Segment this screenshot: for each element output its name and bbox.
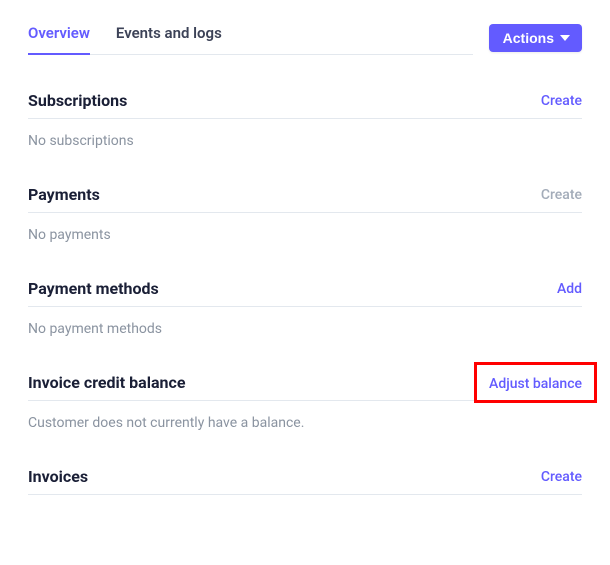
chevron-down-icon — [560, 33, 570, 43]
section-invoice-credit-balance: Invoice credit balance Adjust balance Cu… — [28, 373, 582, 431]
subscriptions-empty-text: No subscriptions — [28, 119, 582, 149]
section-payment-methods: Payment methods Add No payment methods — [28, 279, 582, 337]
add-payment-method-link[interactable]: Add — [557, 281, 582, 297]
actions-button[interactable]: Actions — [489, 24, 582, 52]
section-title-invoices: Invoices — [28, 467, 88, 486]
highlight-annotation: Adjust balance — [474, 362, 597, 403]
adjust-balance-link[interactable]: Adjust balance — [489, 376, 582, 392]
section-payments: Payments Create No payments — [28, 185, 582, 243]
section-title-subscriptions: Subscriptions — [28, 91, 127, 110]
section-title-invoice-credit-balance: Invoice credit balance — [28, 373, 185, 392]
section-title-payments: Payments — [28, 185, 100, 204]
section-header: Invoice credit balance Adjust balance — [28, 373, 582, 401]
section-invoices: Invoices Create — [28, 467, 582, 495]
actions-button-label: Actions — [503, 30, 554, 46]
section-title-payment-methods: Payment methods — [28, 279, 159, 298]
section-header: Payment methods Add — [28, 279, 582, 307]
payments-empty-text: No payments — [28, 213, 582, 243]
tab-overview[interactable]: Overview — [28, 24, 90, 54]
create-invoice-link[interactable]: Create — [541, 469, 582, 485]
section-header: Payments Create — [28, 185, 582, 213]
tab-events-and-logs[interactable]: Events and logs — [116, 24, 222, 54]
tabs: Overview Events and logs — [28, 24, 473, 55]
top-row: Overview Events and logs Actions — [28, 24, 582, 55]
section-header: Subscriptions Create — [28, 91, 582, 119]
section-subscriptions: Subscriptions Create No subscriptions — [28, 91, 582, 149]
payment-methods-empty-text: No payment methods — [28, 307, 582, 337]
create-payment-link[interactable]: Create — [541, 187, 582, 203]
invoice-credit-balance-empty-text: Customer does not currently have a balan… — [28, 401, 582, 431]
section-header: Invoices Create — [28, 467, 582, 495]
create-subscription-link[interactable]: Create — [541, 93, 582, 109]
